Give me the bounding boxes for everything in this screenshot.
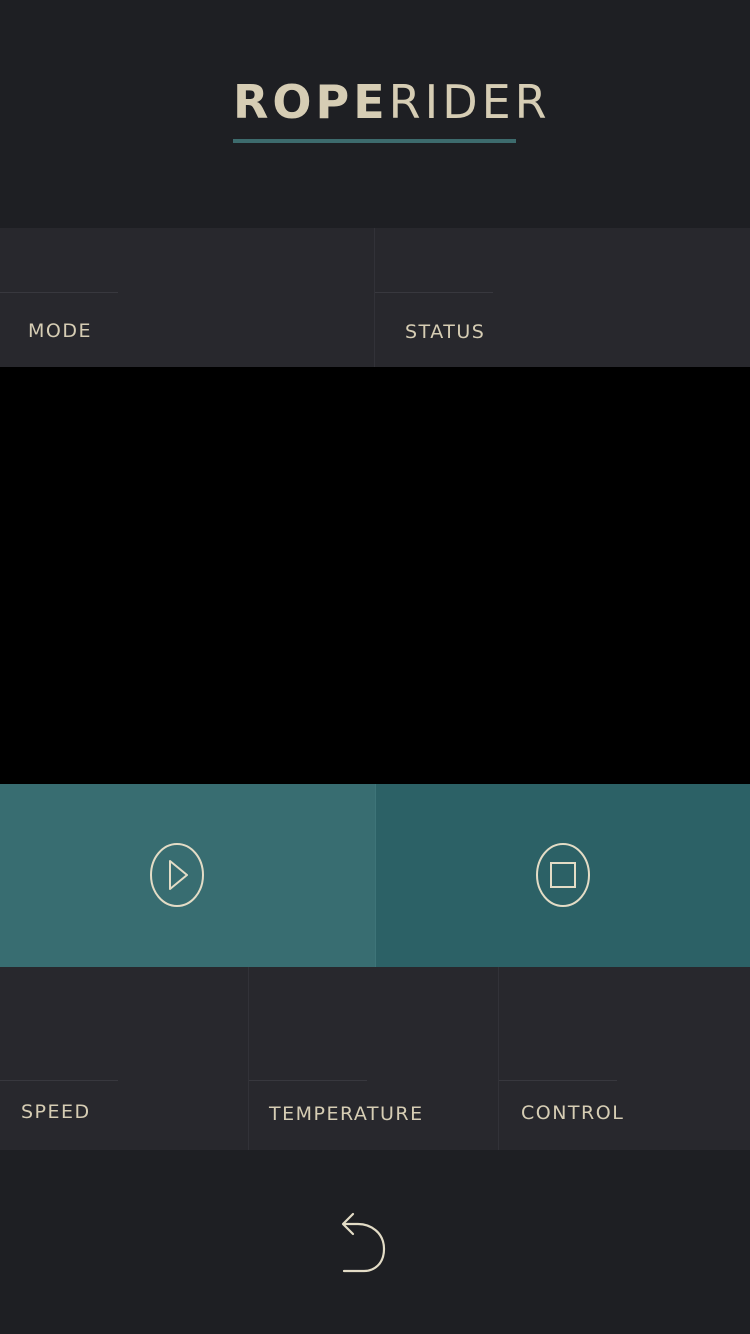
info-row-bottom: SPEED TEMPERATURE CONTROL xyxy=(0,967,750,1150)
speed-cell[interactable]: SPEED xyxy=(0,967,249,1150)
header: ROPERIDER xyxy=(0,0,750,228)
cell-divider xyxy=(499,1080,617,1081)
app-screen: ROPERIDER MODE STATUS SPEED TEMPERATURE … xyxy=(0,0,750,1334)
temperature-cell[interactable]: TEMPERATURE xyxy=(249,967,499,1150)
logo-light-part: RIDER xyxy=(388,75,551,129)
app-logo: ROPERIDER xyxy=(233,75,547,146)
footer xyxy=(0,1150,750,1334)
temperature-label: TEMPERATURE xyxy=(269,1103,424,1125)
cell-divider xyxy=(375,292,493,293)
cell-divider xyxy=(0,292,118,293)
status-label: STATUS xyxy=(405,321,486,343)
logo-underline xyxy=(233,139,516,143)
control-label: CONTROL xyxy=(521,1102,625,1124)
back-arrow-icon[interactable] xyxy=(336,1212,392,1276)
video-display xyxy=(0,367,750,784)
mode-label: MODE xyxy=(28,320,92,342)
cell-divider xyxy=(0,1080,118,1081)
info-row-top: MODE STATUS xyxy=(0,228,750,367)
speed-label: SPEED xyxy=(21,1101,91,1123)
control-cell[interactable]: CONTROL xyxy=(499,967,750,1150)
stop-icon xyxy=(536,843,590,907)
play-button[interactable] xyxy=(0,784,375,967)
status-cell[interactable]: STATUS xyxy=(375,228,750,367)
control-buttons xyxy=(0,784,750,967)
play-icon xyxy=(150,843,204,907)
stop-button[interactable] xyxy=(375,784,750,967)
logo-text: ROPERIDER xyxy=(233,75,547,129)
cell-divider xyxy=(249,1080,367,1081)
mode-cell[interactable]: MODE xyxy=(0,228,375,367)
logo-bold-part: ROPE xyxy=(233,75,389,129)
